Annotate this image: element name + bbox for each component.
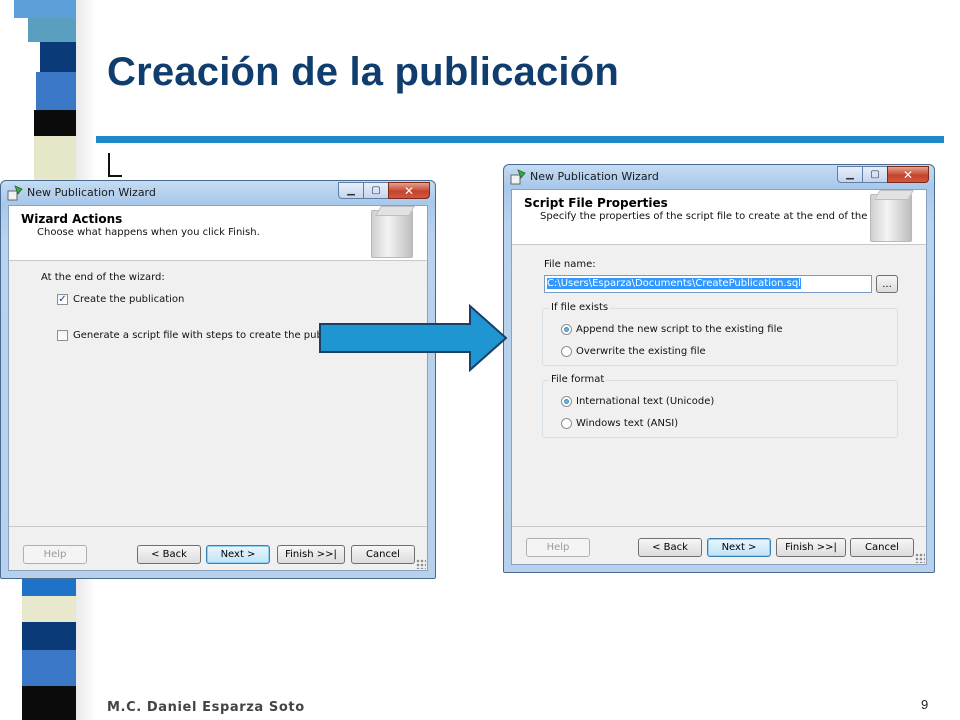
wizard-window-script-file: New Publication Wizard ▁ ▢ ✕ Script File… (503, 164, 935, 573)
cancel-button[interactable]: Cancel (351, 545, 415, 564)
stripe-block (22, 686, 76, 720)
maximize-icon[interactable]: ▢ (862, 166, 888, 183)
wizard-banner-art-icon (870, 194, 912, 242)
flow-arrow-icon (319, 304, 508, 372)
window-title: New Publication Wizard (530, 170, 659, 183)
minimize-icon[interactable]: ▁ (338, 182, 364, 199)
resize-grip[interactable] (915, 553, 925, 563)
create-publication-checkbox[interactable]: ✓ (57, 294, 68, 305)
wizard-app-icon (510, 169, 526, 185)
append-radio[interactable] (561, 324, 572, 335)
bullet-marker (108, 153, 122, 177)
wizard-client-area: Script File Properties Specify the prope… (511, 189, 927, 565)
finish-button[interactable]: Finish >>| (776, 538, 846, 557)
close-icon[interactable]: ✕ (887, 166, 929, 183)
bottom-separator (512, 526, 926, 527)
unicode-radio[interactable] (561, 396, 572, 407)
back-button[interactable]: < Back (137, 545, 201, 564)
wizard-client-area: Wizard Actions Choose what happens when … (8, 205, 428, 571)
stripe-block (40, 42, 76, 72)
minimize-icon[interactable]: ▁ (837, 166, 863, 183)
close-icon[interactable]: ✕ (388, 182, 430, 199)
stripe-block (22, 622, 76, 650)
wizard-header-banner: Wizard Actions Choose what happens when … (9, 206, 427, 261)
file-name-label: File name: (544, 259, 596, 270)
window-controls: ▁ ▢ ✕ (338, 182, 430, 200)
resize-grip[interactable] (416, 559, 426, 569)
finish-button[interactable]: Finish >>| (277, 545, 345, 564)
next-button[interactable]: Next > (707, 538, 771, 557)
create-publication-label[interactable]: Create the publication (73, 294, 184, 305)
next-button[interactable]: Next > (206, 545, 270, 564)
wizard-banner-art-icon (371, 210, 413, 258)
window-controls: ▁ ▢ ✕ (837, 166, 929, 184)
window-titlebar[interactable]: New Publication Wizard ▁ ▢ ✕ (1, 181, 435, 205)
stripe-block (36, 72, 76, 110)
browse-button[interactable]: ... (876, 275, 898, 293)
page-title: Script File Properties (524, 196, 668, 210)
stripe-block (34, 110, 76, 136)
stripe-block (28, 18, 76, 42)
unicode-label[interactable]: International text (Unicode) (576, 396, 714, 407)
stripe-block (22, 596, 76, 622)
bottom-separator (9, 526, 427, 527)
file-name-input[interactable]: C:\Users\Esparza\Documents\CreatePublica… (544, 275, 872, 293)
title-rule (96, 136, 944, 143)
wizard-app-icon (7, 185, 23, 201)
overwrite-label[interactable]: Overwrite the existing file (576, 346, 706, 357)
wizard-header-banner: Script File Properties Specify the prope… (512, 190, 926, 245)
if-file-exists-caption: If file exists (549, 302, 611, 313)
wizard-window-actions: New Publication Wizard ▁ ▢ ✕ Wizard Acti… (0, 180, 436, 579)
stripe-block (22, 650, 76, 686)
if-file-exists-group: If file exists Append the new script to … (542, 302, 898, 366)
slide-title: Creación de la publicación (107, 50, 619, 94)
back-button[interactable]: < Back (638, 538, 702, 557)
file-format-group: File format International text (Unicode)… (542, 374, 898, 438)
file-format-caption: File format (549, 374, 607, 385)
section-label: At the end of the wizard: (41, 272, 165, 283)
generate-script-checkbox[interactable] (57, 330, 68, 341)
page-subtitle: Specify the properties of the script fil… (540, 211, 907, 222)
generate-script-label[interactable]: Generate a script file with steps to cre… (73, 330, 359, 341)
cancel-button[interactable]: Cancel (850, 538, 914, 557)
append-label[interactable]: Append the new script to the existing fi… (576, 324, 783, 335)
stripe-block (14, 0, 76, 18)
page-title: Wizard Actions (21, 212, 123, 226)
ansi-label[interactable]: Windows text (ANSI) (576, 418, 678, 429)
footer-author: M.C. Daniel Esparza Soto (107, 700, 305, 715)
help-button[interactable]: Help (526, 538, 590, 557)
maximize-icon[interactable]: ▢ (363, 182, 389, 199)
page-subtitle: Choose what happens when you click Finis… (37, 227, 260, 238)
stripe-block (22, 578, 76, 596)
file-name-value: C:\Users\Esparza\Documents\CreatePublica… (547, 278, 801, 289)
page-number: 9 (921, 697, 929, 712)
stripe-block (34, 136, 76, 180)
overwrite-radio[interactable] (561, 346, 572, 357)
ansi-radio[interactable] (561, 418, 572, 429)
window-title: New Publication Wizard (27, 186, 156, 199)
window-titlebar[interactable]: New Publication Wizard ▁ ▢ ✕ (504, 165, 934, 189)
help-button[interactable]: Help (23, 545, 87, 564)
